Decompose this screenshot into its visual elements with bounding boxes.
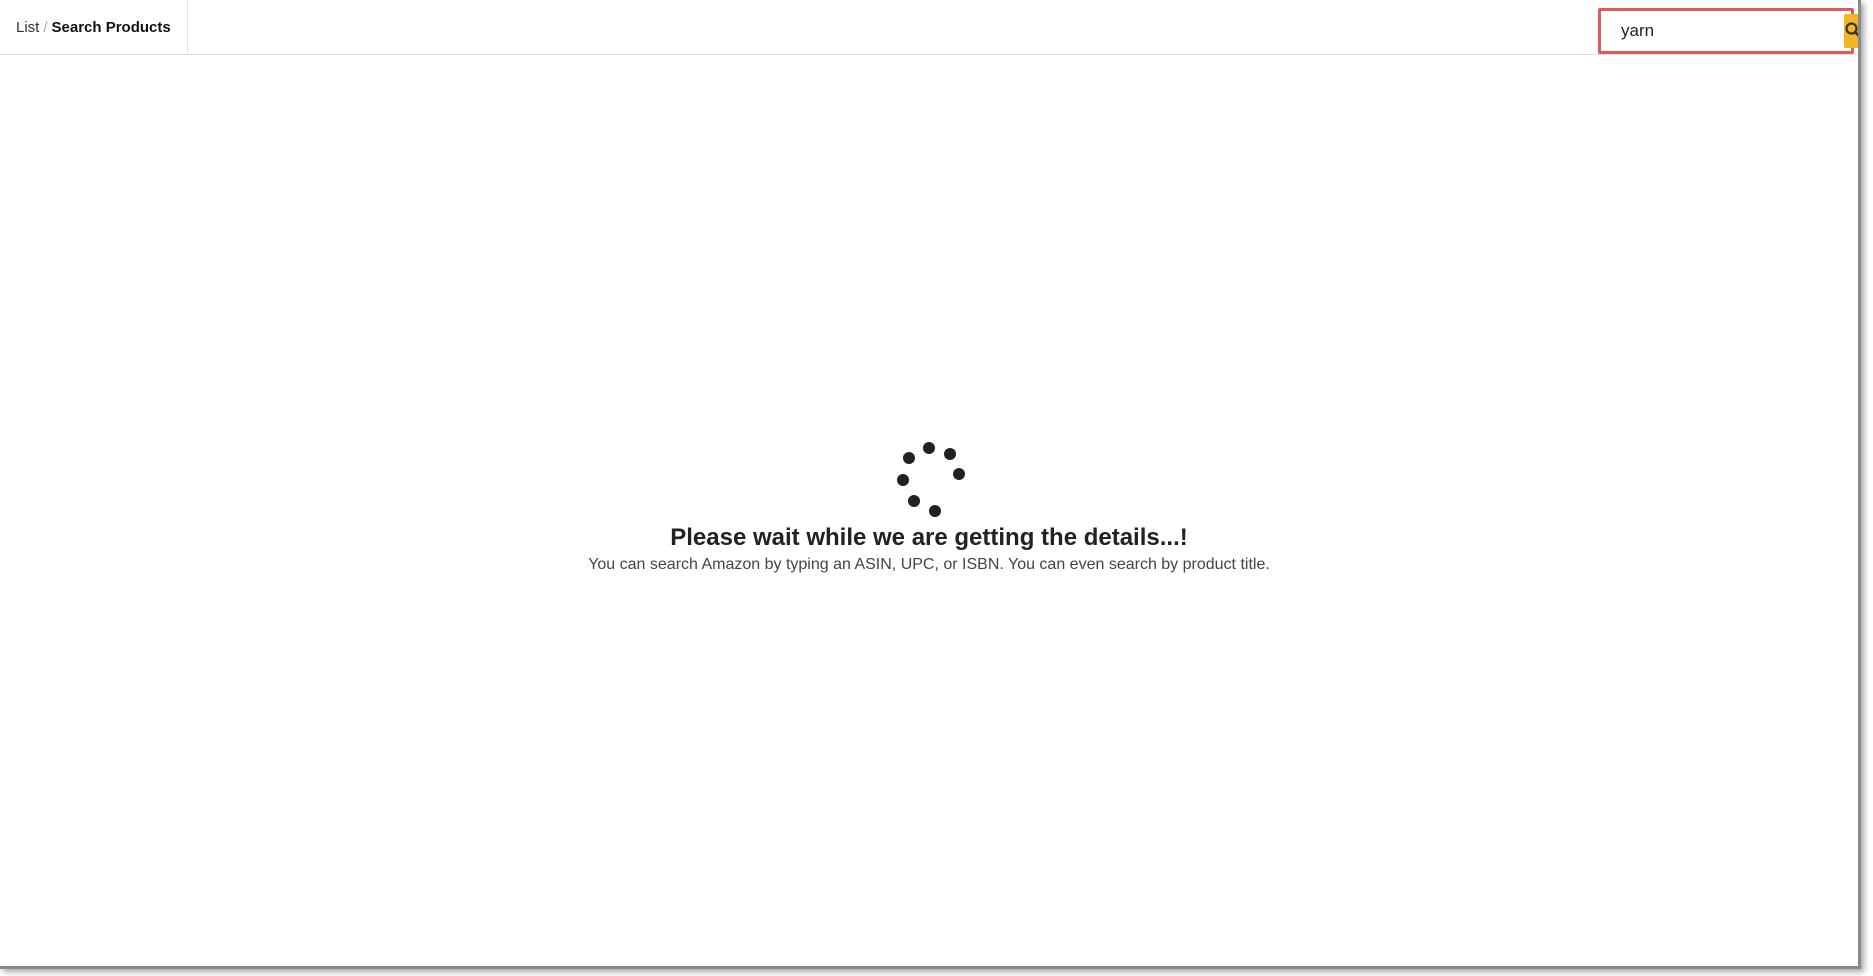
- breadcrumb: List / Search Products: [0, 0, 188, 54]
- breadcrumb-list-link[interactable]: List: [16, 19, 39, 36]
- loading-title: Please wait while we are getting the det…: [670, 524, 1188, 551]
- search-input[interactable]: [1601, 13, 1844, 49]
- loading-subtitle: You can search Amazon by typing an ASIN,…: [588, 556, 1270, 573]
- breadcrumb-separator: /: [43, 18, 48, 36]
- app-window: List / Search Products yarn Please wait …: [0, 0, 1861, 969]
- search-button[interactable]: [1844, 14, 1858, 48]
- loading-panel: Please wait while we are getting the det…: [0, 440, 1858, 574]
- top-bar: List / Search Products: [0, 0, 1858, 55]
- breadcrumb-current-page: Search Products: [51, 18, 171, 36]
- search-icon: [1844, 21, 1858, 42]
- search-box: [1598, 8, 1858, 54]
- loading-spinner-icon: [897, 442, 965, 517]
